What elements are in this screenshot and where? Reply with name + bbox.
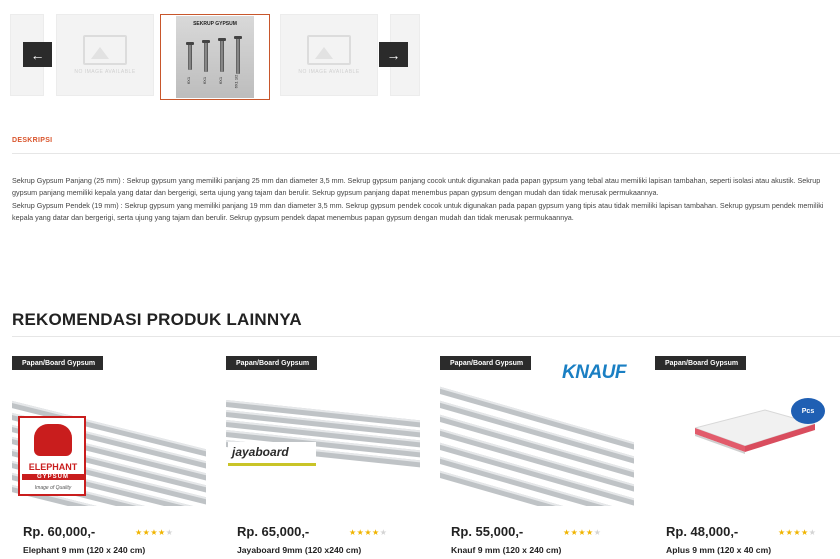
star-icon: ★ [793,528,802,537]
thumbnail-carousel: NO IMAGE AVAILABLE SEKRUP GYPSUM 6X1 6X1… [0,14,840,102]
star-icon: ★ [150,528,159,537]
product-page: NO IMAGE AVAILABLE SEKRUP GYPSUM 6X1 6X1… [0,0,840,559]
carousel-next-button[interactable]: → [379,42,408,67]
logo-title: ELEPHANT [28,462,78,472]
unit-badge: Pcs [791,398,825,424]
product-price: Rp. 55,000,- [451,524,524,539]
product-card[interactable]: Papan/Board Gypsum Pcs Rp. 48,000,- ★★★★… [655,356,840,559]
star-icon: ★ [593,528,602,537]
screw-photo: SEKRUP GYPSUM 6X1 6X1 6X1 6X1 1/2 [176,16,254,98]
description-paragraph: Sekrup Gypsum Panjang (25 mm) : Sekrup g… [12,176,821,198]
screw-image [234,36,242,74]
section-title: REKOMENDASI PRODUK LAINNYA [12,310,302,329]
star-icon: ★ [801,528,809,537]
elephant-icon [34,424,72,456]
product-name[interactable]: Aplus 9 mm (120 x 40 cm) [666,545,771,555]
rating-stars: ★★★★★ [563,528,601,537]
jayaboard-logo: jayaboard [228,442,316,466]
rating-stars: ★★★★★ [349,528,387,537]
knauf-logo: KNAUF [562,362,627,383]
thumbnail-active[interactable]: SEKRUP GYPSUM 6X1 6X1 6X1 6X1 1/2 [160,14,270,100]
logo-title: jayaboard [232,445,289,459]
star-icon: ★ [808,528,817,537]
product-image[interactable]: Papan/Board Gypsum jayaboard [226,356,420,506]
tab-description[interactable]: DESKRIPSI [12,137,52,144]
gypsum-boards-image [226,356,420,506]
star-icon: ★ [778,528,786,537]
screw-label: 6X1 [186,76,192,85]
star-icon: ★ [578,528,587,537]
no-image-icon: NO IMAGE AVAILABLE [74,35,135,75]
star-icon: ★ [372,528,380,537]
product-name[interactable]: Jayaboard 9mm (120 x240 cm) [237,545,361,555]
rating-stars: ★★★★★ [135,528,173,537]
star-icon: ★ [364,528,373,537]
star-icon: ★ [379,528,388,537]
star-icon: ★ [165,528,174,537]
star-icon: ★ [586,528,594,537]
product-image[interactable]: Papan/Board Gypsum Pcs [655,356,840,506]
thumbnail-placeholder[interactable]: NO IMAGE AVAILABLE [56,14,154,96]
carousel-prev-button[interactable]: ← [23,42,52,67]
product-name[interactable]: Knauf 9 mm (120 x 240 cm) [451,545,561,555]
thumbnail-placeholder[interactable]: NO IMAGE AVAILABLE [280,14,378,96]
product-price: Rp. 60,000,- [23,524,96,539]
description-paragraph: Sekrup Gypsum Pendek (19 mm) : Sekrup gy… [12,200,824,223]
logo-tagline: Image of Quality [34,485,72,491]
screw-label: 6X1 [218,76,224,85]
star-icon: ★ [158,528,166,537]
divider [12,336,840,337]
screw-image [186,42,194,70]
screw-image [202,40,210,72]
category-badge[interactable]: Papan/Board Gypsum [12,356,104,370]
no-image-icon: NO IMAGE AVAILABLE [298,35,359,75]
description-text: Sekrup Gypsum Panjang (25 mm) : Sekrup g… [12,175,838,225]
elephant-logo: ELEPHANT GYPSUM Image of Quality [18,416,86,496]
screw-image [218,38,226,72]
screw-label: 6X1 [202,76,208,85]
category-badge[interactable]: Papan/Board Gypsum [440,356,532,370]
category-badge[interactable]: Papan/Board Gypsum [226,356,318,370]
product-image[interactable]: Papan/Board Gypsum ELEPHANT GYPSUM Image… [12,356,206,506]
product-name[interactable]: Elephant 9 mm (120 x 240 cm) [23,545,145,555]
product-card[interactable]: Papan/Board Gypsum KNAUF Rp. 55,000,- ★★… [440,356,636,559]
star-icon: ★ [563,528,571,537]
placeholder-label: NO IMAGE AVAILABLE [298,69,360,75]
screw-label: 6X1 1/2 [233,74,239,89]
product-price: Rp. 65,000,- [237,524,310,539]
rating-stars: ★★★★★ [778,528,816,537]
placeholder-label: NO IMAGE AVAILABLE [74,69,136,75]
product-card[interactable]: Papan/Board Gypsum ELEPHANT GYPSUM Image… [12,356,208,559]
product-card[interactable]: Papan/Board Gypsum jayaboard Rp. 65,000,… [226,356,422,559]
product-image[interactable]: Papan/Board Gypsum KNAUF [440,356,634,506]
product-price: Rp. 48,000,- [666,524,739,539]
arrow-left-icon: ← [30,46,45,63]
divider [12,153,840,154]
category-badge[interactable]: Papan/Board Gypsum [655,356,747,370]
arrow-right-icon: → [386,46,401,63]
photo-caption: SEKRUP GYPSUM [193,21,237,27]
star-icon: ★ [349,528,357,537]
logo-subtitle: GYPSUM [22,474,84,480]
star-icon: ★ [135,528,143,537]
